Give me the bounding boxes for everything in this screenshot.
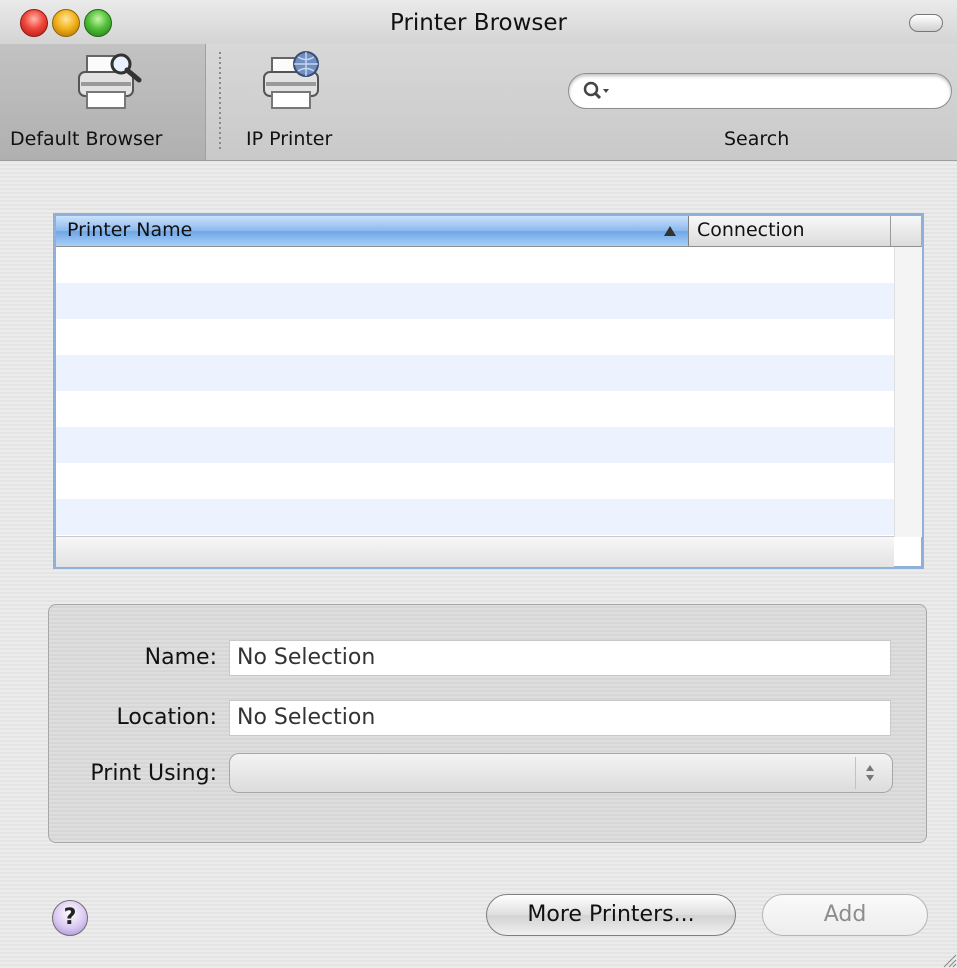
add-button[interactable]: Add <box>762 894 928 936</box>
printer-browser-window: Printer Browser Default Browser IP Print… <box>0 0 957 968</box>
column-header-label: Connection <box>697 219 805 241</box>
toolbar-toggle-button[interactable] <box>909 14 943 32</box>
name-field: No Selection <box>229 640 891 676</box>
location-field: No Selection <box>229 700 891 736</box>
default-browser-tab[interactable]: Default Browser <box>0 44 206 160</box>
title-bar: Printer Browser <box>0 0 957 44</box>
location-label: Location: <box>116 705 217 730</box>
print-using-popup[interactable] <box>229 753 893 793</box>
table-row[interactable] <box>56 463 894 499</box>
table-row[interactable] <box>56 355 894 391</box>
printer-table[interactable]: Printer Name Connection <box>53 213 924 569</box>
search-label: Search <box>724 128 790 150</box>
printer-globe-icon <box>263 51 319 109</box>
print-using-label: Print Using: <box>90 761 217 786</box>
table-row[interactable] <box>56 319 894 355</box>
printer-magnifier-icon <box>78 53 142 109</box>
table-row[interactable] <box>56 391 894 427</box>
name-value: No Selection <box>237 645 376 670</box>
default-browser-label: Default Browser <box>10 128 163 150</box>
ip-printer-tab[interactable]: IP Printer <box>230 44 360 160</box>
vertical-scrollbar[interactable] <box>894 247 922 537</box>
table-row[interactable] <box>56 499 894 535</box>
popup-arrows-icon <box>855 757 884 789</box>
column-header-label: Printer Name <box>67 219 193 241</box>
resize-grip-icon[interactable] <box>939 950 957 968</box>
table-body[interactable] <box>56 247 894 535</box>
column-header-printer-name[interactable]: Printer Name <box>56 216 689 246</box>
toolbar-separator <box>219 52 221 152</box>
table-row[interactable] <box>56 247 894 283</box>
search-input[interactable] <box>615 80 939 103</box>
window-title: Printer Browser <box>389 10 568 36</box>
search-field[interactable] <box>568 73 952 109</box>
ip-printer-label: IP Printer <box>246 128 333 150</box>
location-value: No Selection <box>237 705 376 730</box>
table-row[interactable] <box>56 283 894 319</box>
horizontal-scrollbar[interactable] <box>56 536 894 567</box>
toolbar: Default Browser IP Printer Search <box>0 44 957 161</box>
table-header: Printer Name Connection <box>56 216 921 247</box>
printer-details-box: Name: No Selection Location: No Selectio… <box>48 604 927 843</box>
help-button[interactable]: ? <box>52 900 88 936</box>
search-icon <box>583 81 609 100</box>
table-row[interactable] <box>56 427 894 463</box>
more-printers-button[interactable]: More Printers... <box>486 894 736 936</box>
name-label: Name: <box>144 645 217 670</box>
column-header-connection[interactable]: Connection <box>689 216 891 246</box>
sort-ascending-icon <box>664 226 676 236</box>
